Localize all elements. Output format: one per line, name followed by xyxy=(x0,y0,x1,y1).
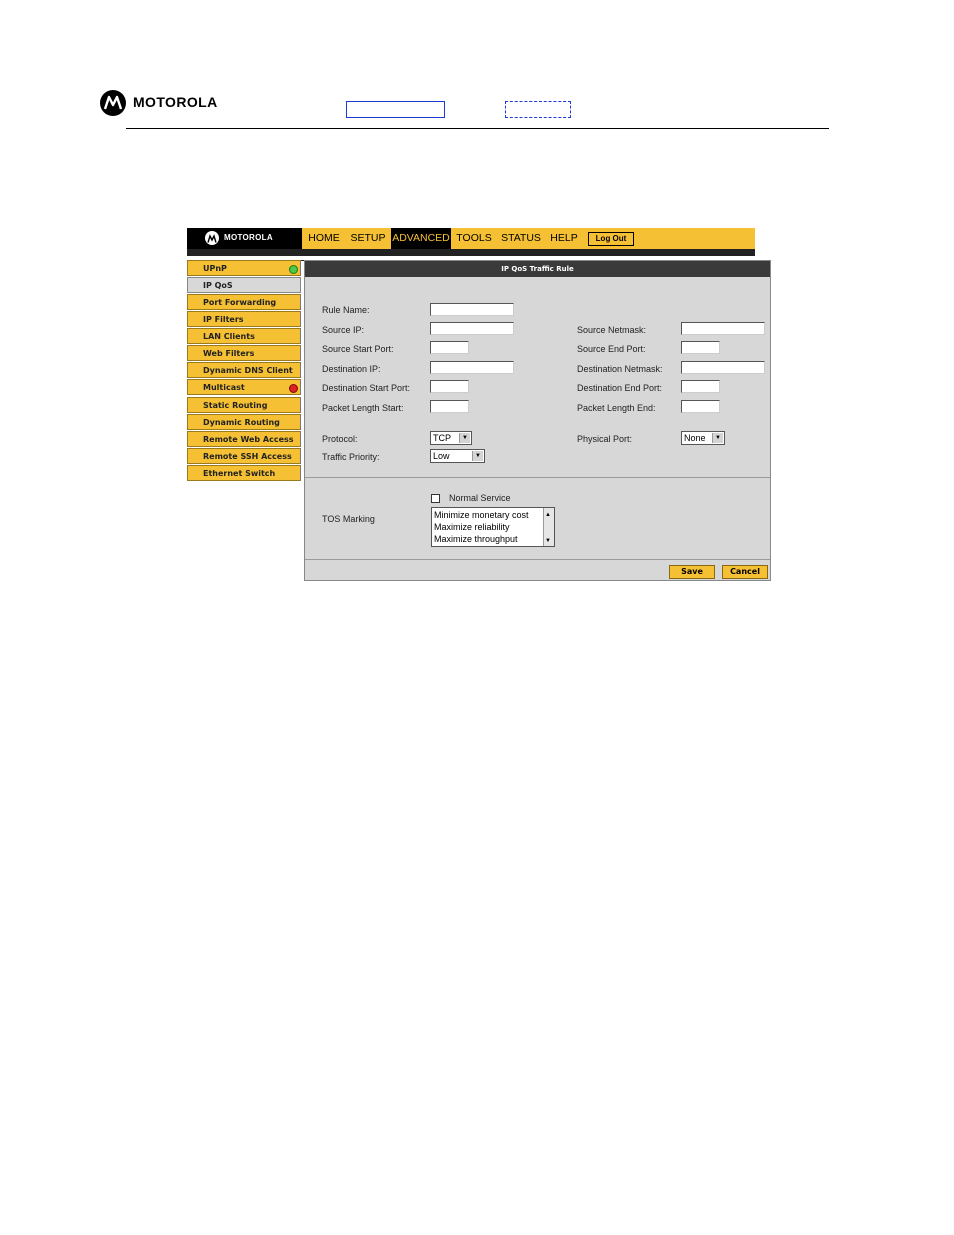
source-ip-label: Source IP: xyxy=(322,325,365,335)
save-button[interactable]: Save xyxy=(669,565,715,579)
destination-start-port-input[interactable] xyxy=(430,380,469,393)
header-link-box-dashed[interactable] xyxy=(505,101,571,118)
app-brand: MOTOROLA xyxy=(224,233,273,242)
sidebar-item-ip-filters[interactable]: IP Filters xyxy=(187,311,301,327)
destination-end-port-input[interactable] xyxy=(681,380,720,393)
destination-ip-input[interactable] xyxy=(430,361,514,374)
sidebar-item-remote-ssh-access[interactable]: Remote SSH Access xyxy=(187,448,301,464)
header-divider xyxy=(126,128,829,129)
tos-marking-label: TOS Marking xyxy=(322,514,375,524)
tos-option[interactable]: Maximize reliability xyxy=(434,521,510,533)
sidebar-item-ip-qos[interactable]: IP QoS xyxy=(187,277,301,293)
sidebar-item-label: UPnP xyxy=(203,264,227,273)
sidebar-item-ethernet-switch[interactable]: Ethernet Switch xyxy=(187,465,301,481)
app-top-bar: MOTOROLA HOME SETUP ADVANCED TOOLS STATU… xyxy=(187,228,755,249)
section-divider xyxy=(305,477,770,478)
header-link-box[interactable] xyxy=(346,101,445,118)
sidebar-item-label: Port Forwarding xyxy=(203,298,277,307)
sidebar-item-remote-web-access[interactable]: Remote Web Access xyxy=(187,431,301,447)
sidebar-item-multicast[interactable]: Multicast xyxy=(187,379,301,395)
physical-port-label: Physical Port: xyxy=(577,434,633,444)
sidebar-item-label: Static Routing xyxy=(203,401,268,410)
scroll-down-icon[interactable]: ▼ xyxy=(545,535,551,546)
red-status-icon xyxy=(289,384,298,393)
traffic-rule-panel: IP QoS Traffic Rule Rule Name: Source IP… xyxy=(304,260,771,581)
chevron-down-icon: ▼ xyxy=(712,433,723,443)
destination-ip-label: Destination IP: xyxy=(322,364,381,374)
packet-length-start-label: Packet Length Start: xyxy=(322,403,404,413)
sidebar-item-label: Dynamic DNS Client xyxy=(203,366,293,375)
source-ip-input[interactable] xyxy=(430,322,514,335)
traffic-priority-label: Traffic Priority: xyxy=(322,452,380,462)
nav-help[interactable]: HELP xyxy=(549,228,579,249)
motorola-logo-icon xyxy=(100,90,126,116)
packet-length-end-input[interactable] xyxy=(681,400,720,413)
source-end-port-label: Source End Port: xyxy=(577,344,646,354)
cancel-button[interactable]: Cancel xyxy=(722,565,768,579)
sidebar-item-label: Dynamic Routing xyxy=(203,418,280,427)
sidebar-item-label: Multicast xyxy=(203,383,245,392)
nav-tools[interactable]: TOOLS xyxy=(454,228,494,249)
chevron-down-icon: ▼ xyxy=(472,451,483,461)
destination-netmask-input[interactable] xyxy=(681,361,765,374)
tos-option[interactable]: Maximize throughput xyxy=(434,533,518,545)
sidebar-item-web-filters[interactable]: Web Filters xyxy=(187,345,301,361)
protocol-value: TCP xyxy=(433,433,451,443)
rule-name-input[interactable] xyxy=(430,303,514,316)
physical-port-value: None xyxy=(684,433,706,443)
protocol-label: Protocol: xyxy=(322,434,358,444)
section-divider xyxy=(305,559,770,560)
tos-marking-list[interactable]: Minimize monetary cost Maximize reliabil… xyxy=(431,507,555,547)
panel-title: IP QoS Traffic Rule xyxy=(305,261,770,277)
normal-service-checkbox[interactable] xyxy=(431,494,440,503)
nav-home[interactable]: HOME xyxy=(306,228,342,249)
traffic-priority-value: Low xyxy=(433,451,450,461)
rule-name-label: Rule Name: xyxy=(322,305,370,315)
source-end-port-input[interactable] xyxy=(681,341,720,354)
nav-advanced[interactable]: ADVANCED xyxy=(391,228,451,249)
sidebar-item-dynamic-dns-client[interactable]: Dynamic DNS Client xyxy=(187,362,301,378)
sidebar-item-dynamic-routing[interactable]: Dynamic Routing xyxy=(187,414,301,430)
source-start-port-label: Source Start Port: xyxy=(322,344,394,354)
nav-setup[interactable]: SETUP xyxy=(349,228,387,249)
sidebar-item-label: IP QoS xyxy=(203,281,233,290)
sidebar-item-lan-clients[interactable]: LAN Clients xyxy=(187,328,301,344)
chevron-down-icon: ▼ xyxy=(459,433,470,443)
traffic-priority-select[interactable]: Low ▼ xyxy=(430,449,485,463)
tos-option[interactable]: Minimize monetary cost xyxy=(434,509,529,521)
packet-length-end-label: Packet Length End: xyxy=(577,403,656,413)
protocol-select[interactable]: TCP ▼ xyxy=(430,431,472,445)
sidebar-item-label: Remote SSH Access xyxy=(203,452,292,461)
sidebar-item-port-forwarding[interactable]: Port Forwarding xyxy=(187,294,301,310)
sidebar-item-label: Web Filters xyxy=(203,349,255,358)
sidebar-item-label: Ethernet Switch xyxy=(203,469,276,478)
green-status-icon xyxy=(289,265,298,274)
scroll-up-icon[interactable]: ▲ xyxy=(545,509,551,521)
sidebar-item-label: IP Filters xyxy=(203,315,244,324)
physical-port-select[interactable]: None ▼ xyxy=(681,431,725,445)
source-start-port-input[interactable] xyxy=(430,341,469,354)
app-logo-cell: MOTOROLA xyxy=(187,228,302,249)
sidebar-item-upnp[interactable]: UPnP xyxy=(187,260,301,276)
normal-service-label: Normal Service xyxy=(449,493,511,503)
sidebar-item-label: Remote Web Access xyxy=(203,435,294,444)
sidebar-item-label: LAN Clients xyxy=(203,332,255,341)
source-netmask-label: Source Netmask: xyxy=(577,325,647,335)
tos-scrollbar[interactable]: ▲ ▼ xyxy=(543,508,554,546)
motorola-logo-icon xyxy=(205,231,219,245)
document-brand: MOTOROLA xyxy=(133,94,218,110)
logout-button[interactable]: Log Out xyxy=(588,232,634,246)
destination-end-port-label: Destination End Port: xyxy=(577,383,663,393)
sidebar-item-static-routing[interactable]: Static Routing xyxy=(187,397,301,413)
header-strip xyxy=(187,249,755,256)
destination-start-port-label: Destination Start Port: xyxy=(322,383,411,393)
packet-length-start-input[interactable] xyxy=(430,400,469,413)
destination-netmask-label: Destination Netmask: xyxy=(577,364,663,374)
nav-status[interactable]: STATUS xyxy=(498,228,544,249)
source-netmask-input[interactable] xyxy=(681,322,765,335)
